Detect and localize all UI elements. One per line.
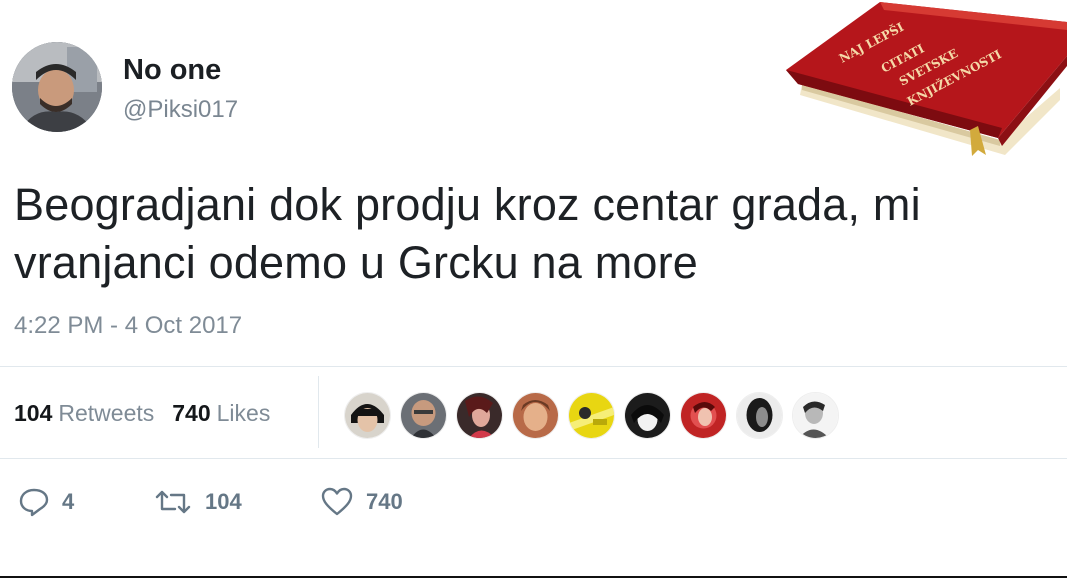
retweets-stat[interactable]: 104 Retweets — [14, 400, 154, 426]
liker-avatar[interactable] — [568, 392, 615, 439]
liker-avatar[interactable] — [400, 392, 447, 439]
likes-stat[interactable]: 740 Likes — [172, 400, 270, 426]
reply-count: 4 — [62, 489, 75, 514]
retweet-button[interactable]: 104 — [153, 487, 315, 517]
avatar-photo — [12, 42, 102, 132]
liker-avatars — [344, 392, 839, 439]
tweet-stats: 104 Retweets 740 Likes — [14, 400, 270, 427]
liker-avatar[interactable] — [512, 392, 559, 439]
retweet-icon — [155, 490, 191, 514]
tweet-actions: 4 104 740 — [18, 487, 403, 517]
avatar[interactable] — [12, 42, 102, 132]
liker-avatar[interactable] — [456, 392, 503, 439]
like-button[interactable]: 740 — [320, 487, 403, 517]
retweet-count: 104 — [205, 489, 242, 514]
tweet-text: Beogradjani dok prodju kroz centar grada… — [14, 179, 921, 288]
like-count: 740 — [366, 489, 403, 514]
reply-icon — [19, 488, 49, 517]
liker-avatar[interactable] — [792, 392, 839, 439]
reply-button[interactable]: 4 — [18, 487, 113, 517]
divider — [0, 576, 1067, 578]
liker-avatar[interactable] — [344, 392, 391, 439]
heart-icon — [321, 487, 353, 516]
divider — [0, 366, 1067, 367]
liker-avatar[interactable] — [736, 392, 783, 439]
user-handle[interactable]: @Piksi017 — [123, 96, 238, 124]
book-illustration: NAJ LEPŠI CITATI SVETSKE KNJIŽEVNOSTI — [780, 0, 1067, 160]
display-name[interactable]: No one — [123, 54, 221, 87]
divider — [0, 458, 1067, 459]
tweet-timestamp[interactable]: 4:22 PM - 4 Oct 2017 — [14, 312, 242, 340]
divider — [318, 376, 319, 448]
liker-avatar[interactable] — [680, 392, 727, 439]
liker-avatar[interactable] — [624, 392, 671, 439]
